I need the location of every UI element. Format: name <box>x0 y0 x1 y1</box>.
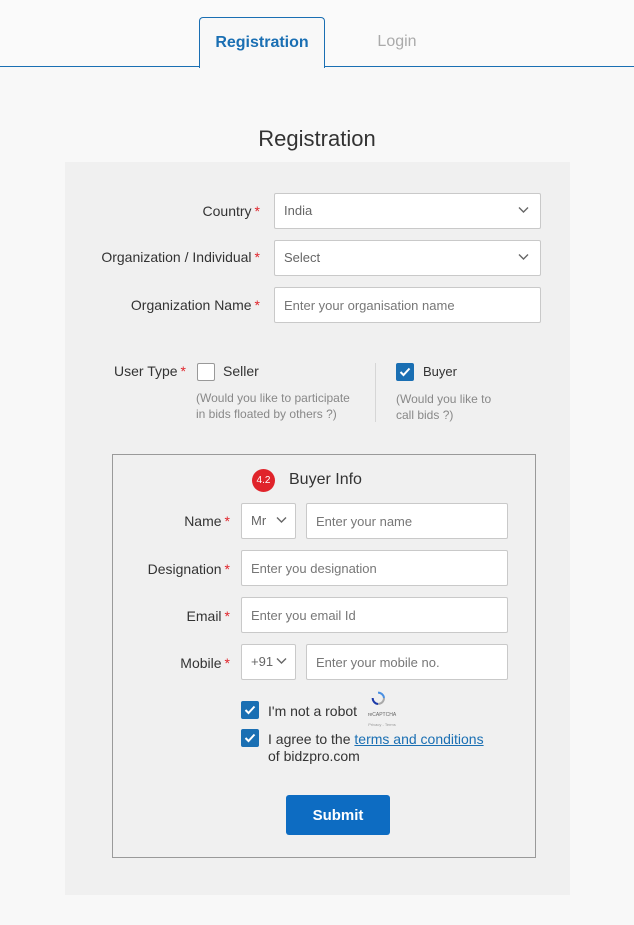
org-type-select[interactable]: Select <box>274 240 541 276</box>
chevron-down-icon <box>276 658 287 664</box>
buyer-hint: (Would you like to call bids ?) <box>396 392 492 422</box>
robot-checkbox[interactable] <box>241 701 259 719</box>
buyer-checkbox[interactable] <box>396 363 414 381</box>
chevron-down-icon <box>276 517 287 523</box>
name-label: Name * <box>184 513 230 529</box>
recaptcha-label: reCAPTCHA <box>367 712 397 718</box>
buyer-info-title: Buyer Info <box>289 471 362 488</box>
org-name-input[interactable] <box>274 287 541 323</box>
check-icon <box>399 367 411 377</box>
check-icon <box>244 733 256 743</box>
terms-checkbox[interactable] <box>241 729 259 747</box>
seller-hint: (Would you like to participate in bids f… <box>196 391 350 421</box>
tab-login[interactable]: Login <box>337 17 457 68</box>
org-name-label: Organization Name * <box>130 297 260 313</box>
name-input[interactable] <box>306 503 508 539</box>
terms-text: I agree to the terms and conditions of b… <box>268 731 484 764</box>
salutation-select[interactable]: Mr <box>241 503 296 539</box>
recaptcha-privacy-terms[interactable]: Privacy - Terms <box>364 722 400 727</box>
tab-bar: Registration Login <box>0 0 634 68</box>
mobile-label: Mobile * <box>180 655 230 671</box>
designation-input[interactable] <box>241 550 508 586</box>
chevron-down-icon <box>518 254 529 260</box>
buyer-label: Buyer <box>423 364 457 379</box>
tab-registration[interactable]: Registration <box>199 17 325 68</box>
country-select[interactable]: India <box>274 193 541 229</box>
salutation-value: Mr <box>251 513 267 528</box>
seller-checkbox[interactable] <box>197 363 215 381</box>
country-code-select[interactable]: +91 <box>241 644 296 680</box>
chevron-down-icon <box>518 207 529 213</box>
recaptcha-icon <box>371 691 385 705</box>
divider <box>375 363 376 422</box>
country-value: India <box>284 203 313 218</box>
page-title: Registration <box>258 126 376 151</box>
org-type-label: Organization / Individual * <box>101 249 260 265</box>
country-label: Country * <box>202 203 260 219</box>
org-type-value: Select <box>284 250 321 265</box>
email-input[interactable] <box>241 597 508 633</box>
submit-button[interactable]: Submit <box>286 795 390 835</box>
robot-label: I'm not a robot <box>268 703 358 719</box>
seller-label: Seller <box>223 363 259 379</box>
country-code-value: +91 <box>251 654 274 669</box>
terms-link[interactable]: terms and conditions <box>354 731 483 747</box>
email-label: Email * <box>186 608 230 624</box>
step-badge: 4.2 <box>252 469 275 492</box>
designation-label: Designation * <box>147 561 230 577</box>
mobile-input[interactable] <box>306 644 508 680</box>
check-icon <box>244 705 256 715</box>
user-type-label: User Type * <box>114 363 186 379</box>
